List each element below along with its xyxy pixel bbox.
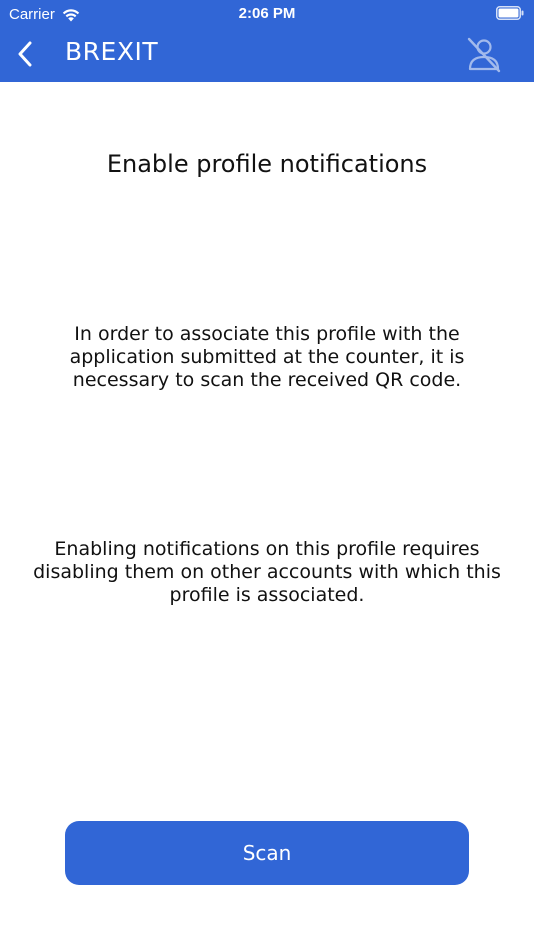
nav-title: BREXIT: [65, 37, 159, 66]
status-time: 2:06 PM: [238, 5, 296, 22]
app-screen: Carrier 2:06 PM BREXIT Enable profile no…: [0, 0, 534, 950]
navigation-bar: BREXIT: [0, 28, 534, 82]
profile-notifications-button[interactable]: [462, 35, 506, 75]
chevron-left-icon: [18, 41, 32, 67]
scan-button[interactable]: Scan: [65, 821, 469, 885]
association-info-text: In order to associate this profile with …: [69, 323, 465, 391]
status-bar: Carrier 2:06 PM: [0, 0, 534, 28]
user-off-icon: [467, 37, 501, 73]
back-button[interactable]: [10, 38, 40, 70]
notification-info-text: Enabling notifications on this profile r…: [33, 538, 501, 606]
page-title: Enable profile notifications: [106, 150, 428, 178]
battery-icon: [496, 6, 524, 20]
main-content: Enable profile notifications In order to…: [0, 82, 534, 950]
